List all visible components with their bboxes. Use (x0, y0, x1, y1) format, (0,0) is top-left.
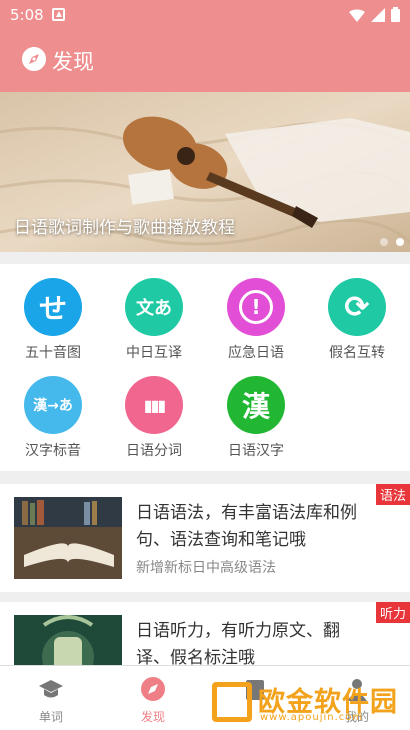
status-time: 5:08 (10, 6, 44, 24)
segment-icon: ▮▮▮ (125, 376, 183, 434)
card-title-line: 日语语法，有丰富语法库和例 (136, 503, 357, 523)
carousel-dot (380, 238, 388, 246)
feature-label: 日语汉字 (228, 443, 284, 459)
tab-label: 单词 (38, 710, 63, 724)
feature-label: 日语分词 (126, 443, 182, 459)
book-thumbnail (14, 497, 122, 579)
kana-se-icon: せ (24, 278, 82, 336)
audio-device-thumbnail (14, 615, 122, 665)
feature-segment[interactable]: ▮▮▮ 日语分词 (109, 376, 199, 460)
banner-caption: 日语歌词制作与歌曲播放教程 (14, 218, 235, 238)
card-subtitle: 新增新标日中高级语法 (136, 560, 276, 576)
category-tag: 语法 (375, 484, 410, 505)
category-tag: 听力 (375, 602, 410, 623)
banner-carousel[interactable]: 日语歌词制作与歌曲播放教程 (0, 92, 410, 252)
kanji-furigana-icon: 漢→あ (24, 376, 82, 434)
graduation-cap-icon (39, 680, 63, 698)
page-title: 发现 (52, 50, 94, 74)
kana-convert-icon: ⟳ (328, 278, 386, 336)
tab-words[interactable]: 单词 (0, 666, 102, 730)
feature-emergency[interactable]: ! 应急日语 (211, 278, 301, 362)
list-item-grammar[interactable]: 日语语法，有丰富语法库和例 句、语法查询和笔记哦 新增新标日中高级语法 语法 (0, 484, 410, 592)
tab-discover[interactable]: 发现 (102, 666, 204, 730)
notification-icon (52, 8, 65, 21)
carousel-dot-active (396, 238, 404, 246)
watermark: 欧金软件园 www.apoujin.com (208, 680, 404, 726)
kanji-icon: 漢 (227, 376, 285, 434)
feature-label: 假名互转 (329, 345, 385, 361)
compass-icon (22, 47, 46, 71)
card-title-line: 日语听力，有听力原文、翻 (136, 621, 340, 641)
alert-icon: ! (227, 278, 285, 336)
translate-icon: 文あ (125, 278, 183, 336)
feature-gojuon[interactable]: せ 五十音图 (8, 278, 98, 362)
feature-grid: せ 五十音图 文あ 中日互译 ! 应急日语 ⟳ 假名互转 漢→あ 汉字标音 ▮▮… (0, 264, 410, 471)
feature-kanji[interactable]: 漢 日语汉字 (211, 376, 301, 460)
card-title: 日语听力，有听力原文、翻 译、假名标注哦 (136, 618, 388, 665)
card-title-line: 译、假名标注哦 (136, 648, 255, 665)
card-title: 日语语法，有丰富语法库和例 句、语法查询和笔记哦 (136, 500, 388, 554)
tab-label: 发现 (140, 710, 165, 724)
feature-kana-convert[interactable]: ⟳ 假名互转 (312, 278, 402, 362)
signal-icon (371, 7, 385, 22)
feature-translate[interactable]: 文あ 中日互译 (109, 278, 199, 362)
wifi-icon (349, 8, 365, 22)
list-item-listening[interactable]: 日语听力，有听力原文、翻 译、假名标注哦 听力 (0, 602, 410, 665)
watermark-url: www.apoujin.com (260, 712, 364, 723)
feature-label: 汉字标音 (25, 443, 81, 459)
feature-label: 中日互译 (126, 345, 182, 361)
card-title-line: 句、语法查询和笔记哦 (136, 530, 306, 550)
status-bar: 5:08 (0, 0, 410, 30)
compass-icon (141, 677, 165, 701)
battery-icon (391, 7, 400, 22)
system-icons (349, 7, 400, 22)
app-bar: 发现 (0, 30, 410, 92)
feature-label: 五十音图 (25, 345, 81, 361)
feature-kanji-furigana[interactable]: 漢→あ 汉字标音 (8, 376, 98, 460)
feature-label: 应急日语 (228, 345, 284, 361)
watermark-logo (212, 682, 252, 722)
